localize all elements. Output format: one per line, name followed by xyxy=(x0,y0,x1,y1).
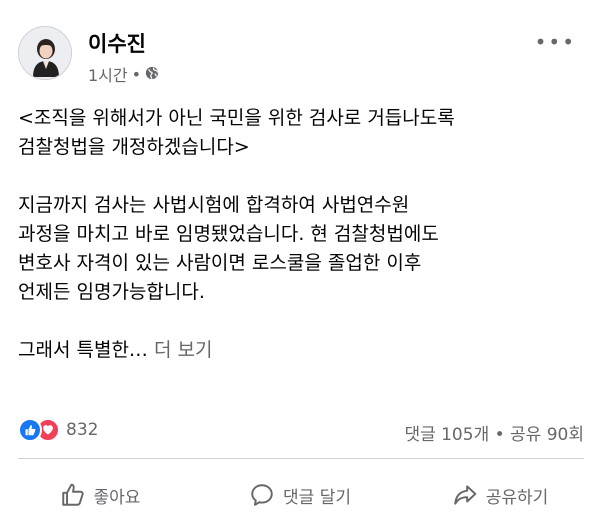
post-paragraph-2: 지금까지 검사는 사법시험에 합격하여 사법연수원 과정을 마치고 바로 임명됐… xyxy=(18,194,439,303)
post-actions: 좋아요 댓글 달기 공유하기 xyxy=(0,470,600,520)
reaction-count: 832 xyxy=(66,420,99,440)
thumbs-up-icon xyxy=(61,483,84,506)
more-options-icon[interactable]: ••• xyxy=(535,30,576,54)
share-button[interactable]: 공유하기 xyxy=(400,470,600,520)
avatar[interactable] xyxy=(18,26,72,80)
post-paragraph-1: <조직을 위해서가 아닌 국민을 위한 검사로 거듭나도록 검찰청법을 개정하겠… xyxy=(18,107,455,158)
profile-photo-icon xyxy=(19,27,71,79)
meta-separator: • xyxy=(131,64,142,84)
divider xyxy=(18,458,584,459)
see-more-link[interactable]: 더 보기 xyxy=(154,339,212,361)
like-label: 좋아요 xyxy=(93,487,141,508)
post-meta: 1시간 • xyxy=(88,62,159,86)
reaction-summary[interactable]: 832 xyxy=(18,418,98,442)
post-paragraph-3: 그래서 특별한… 더 보기 xyxy=(18,336,584,365)
post-time[interactable]: 1시간 xyxy=(88,62,128,86)
like-reaction-icon xyxy=(18,418,42,442)
post-header: 이수진 1시간 • ••• xyxy=(18,26,582,86)
comments-shares-count[interactable]: 댓글 105개 • 공유 90회 xyxy=(404,420,584,445)
comment-icon xyxy=(251,484,273,506)
comment-button[interactable]: 댓글 달기 xyxy=(200,470,400,520)
share-label: 공유하기 xyxy=(485,487,549,508)
share-icon xyxy=(453,485,476,505)
post-body: <조직을 위해서가 아닌 국민을 위한 검사로 거듭나도록 검찰청법을 개정하겠… xyxy=(18,104,584,365)
author-name[interactable]: 이수진 xyxy=(88,28,146,58)
comment-label: 댓글 달기 xyxy=(283,487,351,508)
post-card: 이수진 1시간 • ••• <조직을 위해서가 아닌 국민을 위한 검사로 거듭… xyxy=(0,0,600,532)
truncated-text: 그래서 특별한… xyxy=(18,339,148,361)
like-button[interactable]: 좋아요 xyxy=(0,470,200,520)
globe-icon[interactable] xyxy=(145,65,159,84)
post-stats: 832 댓글 105개 • 공유 90회 xyxy=(18,416,584,446)
